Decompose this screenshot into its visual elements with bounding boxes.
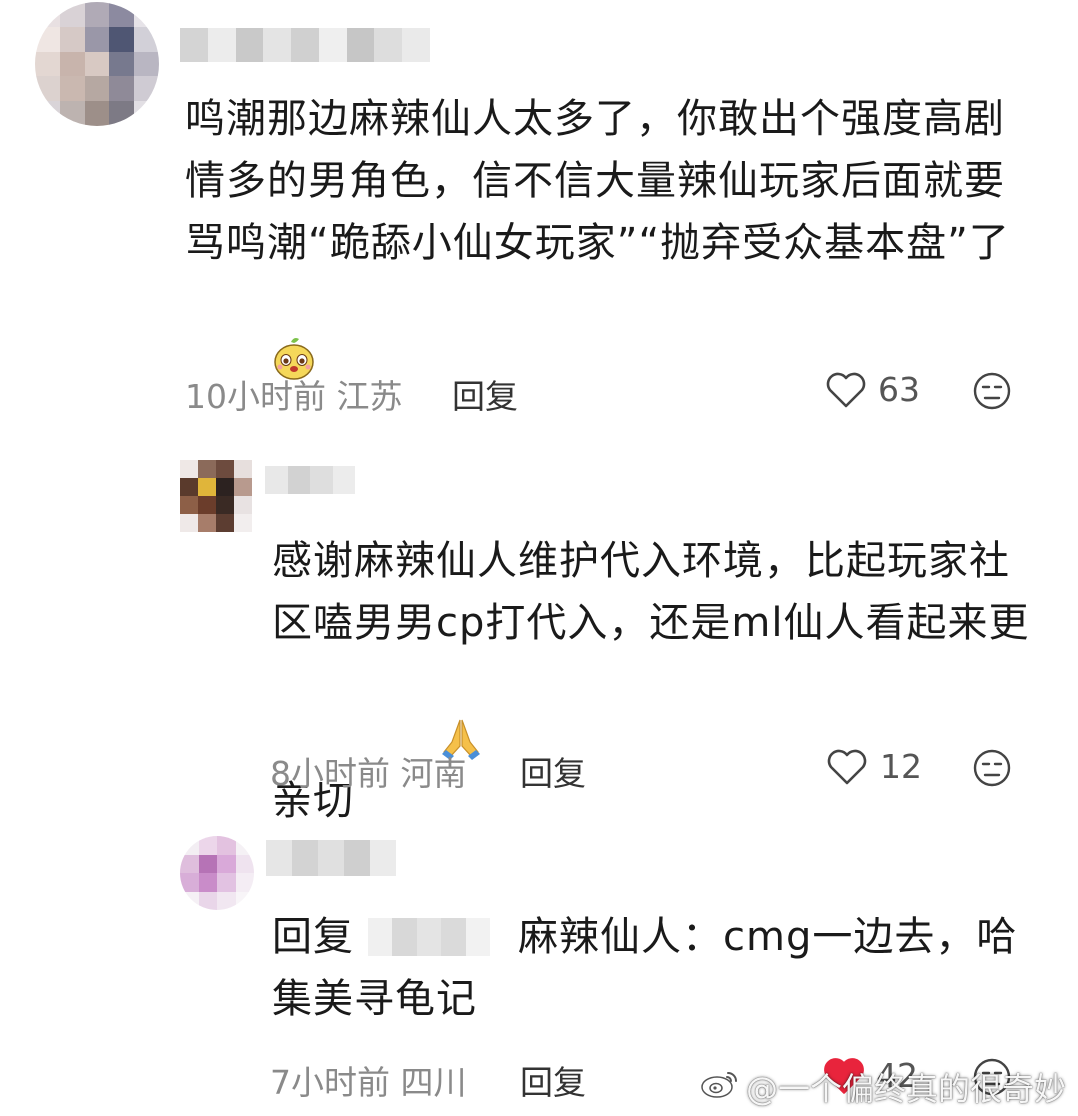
- emoji-sticker-icon: [189, 274, 317, 462]
- dislike-face-icon[interactable]: [972, 371, 1012, 415]
- reply-prefix: 回复: [272, 914, 354, 960]
- username[interactable]: [180, 28, 430, 62]
- weibo-watermark: @一个偏终真的很奇妙: [700, 1064, 1066, 1110]
- watermark-text: @一个偏终真的很奇妙: [745, 1070, 1066, 1108]
- username[interactable]: [265, 466, 355, 494]
- comment-time-location: 7小时前 四川: [270, 1063, 467, 1102]
- reply-button[interactable]: 回复: [452, 370, 518, 418]
- comment-text: 回复 麻辣仙人：cmg一边去，哈集美寻龟记: [272, 914, 1018, 1022]
- comment-time-location: 10小时前 江苏: [185, 377, 403, 416]
- username[interactable]: [266, 840, 396, 876]
- like-count: 63: [878, 370, 920, 409]
- heart-icon[interactable]: [826, 747, 868, 791]
- user-avatar[interactable]: [35, 2, 159, 126]
- reply-button[interactable]: 回复: [520, 1056, 586, 1104]
- heart-icon[interactable]: [825, 370, 867, 414]
- user-avatar[interactable]: [180, 460, 252, 532]
- comment-time-location: 8小时前 河南: [270, 754, 467, 793]
- dislike-face-icon[interactable]: [972, 748, 1012, 792]
- like-count: 12: [880, 747, 922, 786]
- weibo-logo-icon: [700, 1067, 740, 1107]
- user-avatar[interactable]: [180, 836, 254, 910]
- reply-button[interactable]: 回复: [520, 747, 586, 795]
- mentioned-username[interactable]: [368, 918, 490, 956]
